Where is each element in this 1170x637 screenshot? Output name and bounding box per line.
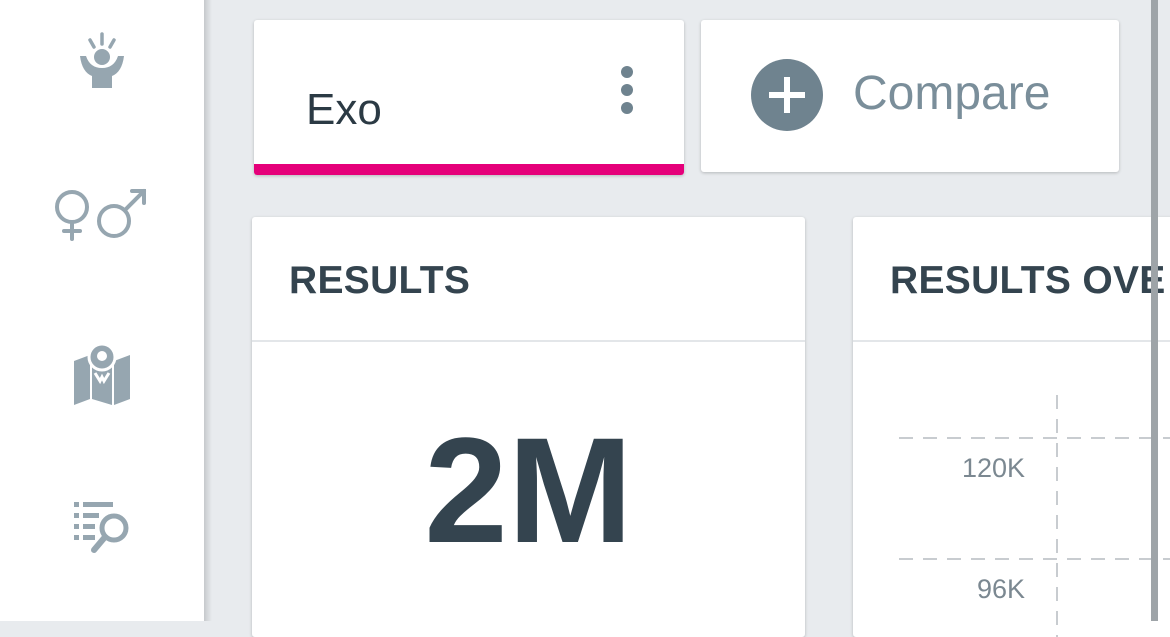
results-value: 2M (424, 406, 633, 574)
card-divider (252, 340, 805, 342)
y-tick-label: 96K (977, 574, 1025, 604)
compare-label: Compare (853, 67, 1051, 120)
results-title: RESULTS (289, 259, 471, 302)
sidebar (0, 0, 204, 621)
sidebar-item-audience[interactable] (52, 22, 152, 102)
filter-accent-bar (254, 164, 684, 175)
filter-label: Exo (306, 85, 382, 134)
sidebar-item-map[interactable] (52, 333, 152, 413)
kebab-menu-icon[interactable] (612, 60, 642, 130)
gender-icon (55, 189, 146, 241)
results-card: RESULTS 2M (252, 217, 805, 637)
map-icon (74, 342, 130, 405)
sidebar-item-gender[interactable] (52, 175, 152, 255)
scrollbar[interactable] (1151, 0, 1158, 621)
audience-icon (80, 32, 124, 88)
results-over-time-title: RESULTS OVE (890, 259, 1166, 302)
card-divider (853, 340, 1170, 342)
results-over-time-chart: 120K 96K (899, 395, 1170, 637)
search-list-icon (74, 502, 129, 553)
results-over-time-card: RESULTS OVE 120K 96K (853, 217, 1170, 637)
sidebar-item-search-list[interactable] (52, 486, 152, 566)
sidebar-shadow (204, 0, 212, 621)
filter-card-exo[interactable]: Exo (254, 20, 684, 175)
compare-button[interactable]: Compare (701, 20, 1119, 172)
plus-circle-icon (751, 59, 823, 131)
y-tick-label: 120K (962, 453, 1025, 483)
